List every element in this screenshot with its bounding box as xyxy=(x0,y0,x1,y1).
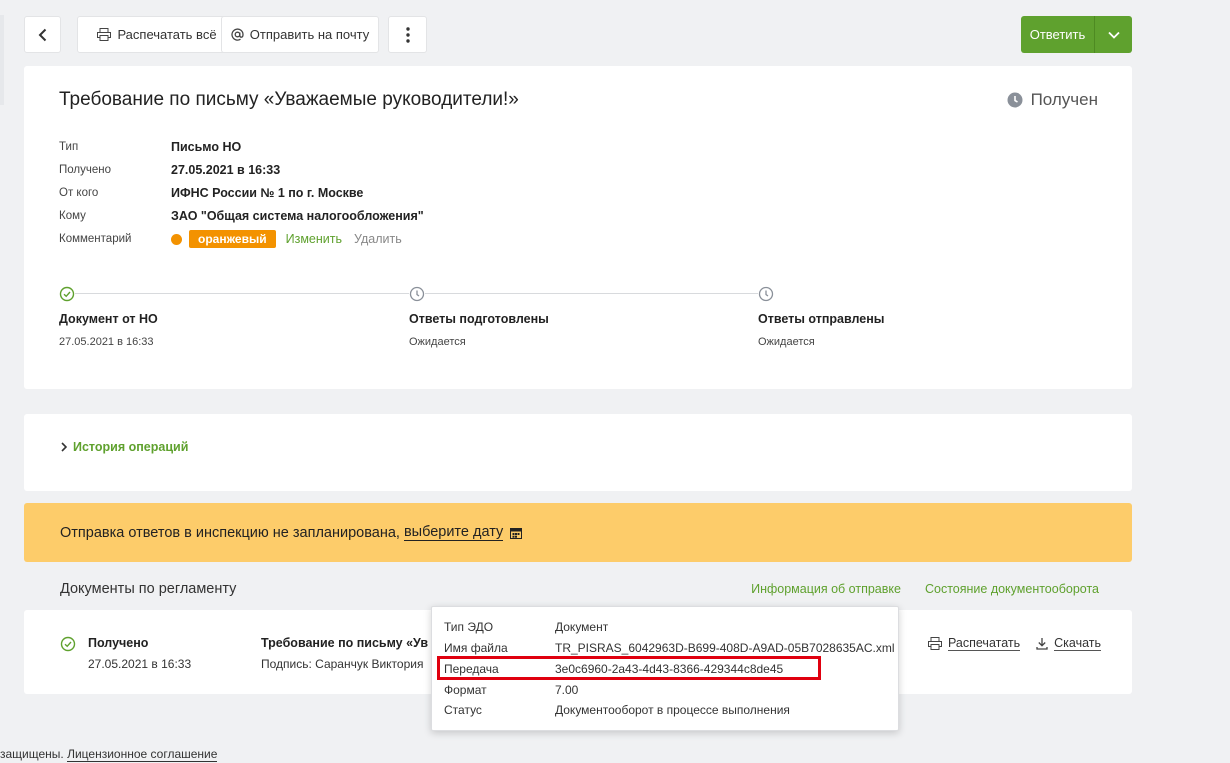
meta-row-received: Получено 27.05.2021 в 16:33 xyxy=(59,158,424,181)
doc-actions: Распечатать Скачать xyxy=(928,636,1101,651)
schedule-banner: Отправка ответов в инспекцию не запланир… xyxy=(24,503,1132,562)
popup-value: Документооборот в процессе выполнения xyxy=(555,703,790,717)
footer-text: защищены. xyxy=(0,747,64,761)
doc-title[interactable]: Требование по письму «Ув xyxy=(261,636,431,650)
print-all-button[interactable]: Распечатать всё xyxy=(77,16,237,53)
meta-label: Кому xyxy=(59,210,86,223)
popup-label: Формат xyxy=(444,683,487,697)
document-card: Требование по письму «Уважаемые руководи… xyxy=(24,66,1132,389)
history-toggle[interactable]: История операций xyxy=(61,440,188,454)
meta-value: Письмо НО xyxy=(171,139,242,154)
meta-row-comment: Комментарий оранжевый Изменить Удалить xyxy=(59,228,424,251)
history-card: История операций xyxy=(24,414,1132,491)
meta-row-to: Кому ЗАО "Общая система налогообложения" xyxy=(59,205,424,228)
at-sign-icon xyxy=(231,28,244,41)
check-circle-icon xyxy=(59,286,75,302)
step-title: Ответы отправлены xyxy=(758,312,885,326)
reply-main[interactable]: Ответить xyxy=(1021,16,1095,53)
page-title: Требование по письму «Уважаемые руководи… xyxy=(59,89,519,110)
edit-comment-link[interactable]: Изменить xyxy=(286,232,342,246)
comment-tag: оранжевый xyxy=(189,230,276,249)
send-info-link[interactable]: Информация об отправке xyxy=(751,582,901,596)
download-icon xyxy=(1036,638,1048,650)
popup-label: Тип ЭДО xyxy=(444,620,494,634)
popup-label: Статус xyxy=(444,703,482,717)
step-title: Документ от НО xyxy=(59,312,158,326)
reply-button[interactable]: Ответить xyxy=(1021,16,1132,53)
doc-status-date: 27.05.2021 в 16:33 xyxy=(88,657,192,671)
meta-label: Получено xyxy=(59,163,112,176)
meta-value: ЗАО "Общая система налогообложения" xyxy=(171,209,424,224)
doc-status: Получено 27.05.2021 в 16:33 xyxy=(60,636,191,671)
more-vertical-icon xyxy=(405,26,410,43)
clock-icon xyxy=(1007,92,1023,108)
docs-heading: Документы по регламенту xyxy=(60,581,237,597)
meta-label: Тип xyxy=(59,140,79,153)
chevron-down-icon xyxy=(1107,31,1120,39)
document-meta: Тип Письмо НО Получено 27.05.2021 в 16:3… xyxy=(59,135,424,251)
status-label: Получен xyxy=(1030,90,1098,109)
license-link[interactable]: Лицензионное соглашение xyxy=(67,747,218,762)
footer: защищены. Лицензионное соглашение xyxy=(0,747,218,762)
step-title: Ответы подготовлены xyxy=(409,312,549,326)
send-mail-button[interactable]: Отправить на почту xyxy=(221,16,379,53)
clock-icon xyxy=(409,286,425,302)
meta-label: Комментарий xyxy=(59,233,132,246)
download-button[interactable]: Скачать xyxy=(1036,636,1101,651)
back-button[interactable] xyxy=(24,16,61,53)
reply-dropdown-button[interactable] xyxy=(1095,16,1132,53)
banner-text: Отправка ответов в инспекцию не запланир… xyxy=(60,524,400,541)
meta-row-from: От кого ИФНС России № 1 по г. Москве xyxy=(59,181,424,204)
step-answers-sent: Ответы отправлены Ожидается xyxy=(758,286,884,348)
popup-row-format: Формат 7.00 xyxy=(444,683,578,697)
meta-row-type: Тип Письмо НО xyxy=(59,135,424,158)
color-dot-icon xyxy=(171,233,182,245)
step-document: Документ от НО 27.05.2021 в 16:33 xyxy=(59,286,158,348)
chevron-right-icon xyxy=(61,442,67,452)
step-date: 27.05.2021 в 16:33 xyxy=(59,336,154,348)
step-status: Ожидается xyxy=(758,336,815,348)
progress-steps: Документ от НО 27.05.2021 в 16:33 Ответы… xyxy=(59,286,1059,366)
highlight-box xyxy=(437,656,821,680)
reply-label: Ответить xyxy=(1029,27,1086,42)
step-answers-prepared: Ответы подготовлены Ожидается xyxy=(409,286,549,348)
calendar-icon[interactable] xyxy=(510,527,523,539)
popup-row-status: Статус Документооборот в процессе выполн… xyxy=(444,703,790,717)
popup-value: TR_PISRAS_6042963D-B699-408D-A9AD-05B702… xyxy=(555,641,895,655)
history-label: История операций xyxy=(73,440,189,454)
delete-comment-link[interactable]: Удалить xyxy=(354,232,402,246)
popup-value: 7.00 xyxy=(555,683,579,697)
meta-value: ИФНС России № 1 по г. Москве xyxy=(171,185,364,200)
meta-label: От кого xyxy=(59,186,99,199)
meta-value: 27.05.2021 в 16:33 xyxy=(171,162,281,177)
flow-state-link[interactable]: Состояние документооборота xyxy=(925,582,1099,596)
doc-status-title: Получено xyxy=(88,636,149,650)
popup-row-edo-type: Тип ЭДО Документ xyxy=(444,620,608,634)
print-label: Распечатать xyxy=(948,636,1021,651)
printer-icon xyxy=(97,28,112,41)
step-status: Ожидается xyxy=(409,336,466,348)
toolbar: Распечатать всё Отправить на почту xyxy=(24,16,1132,53)
doc-signature: Подпись: Саранчук Виктория xyxy=(261,657,424,671)
popup-value: Документ xyxy=(555,620,609,634)
popup-label: Имя файла xyxy=(444,641,508,655)
check-circle-icon xyxy=(60,636,76,652)
doc-name: Требование по письму «Ув Подпись: Саранч… xyxy=(261,636,431,671)
download-label: Скачать xyxy=(1054,636,1101,651)
docs-links: Информация об отправке Состояние докумен… xyxy=(751,582,1099,596)
chevron-left-icon xyxy=(38,28,46,41)
printer-icon xyxy=(928,637,942,650)
print-all-label: Распечатать всё xyxy=(117,27,217,42)
choose-date-link[interactable]: выберите дату xyxy=(403,524,504,541)
clock-icon xyxy=(758,286,774,302)
send-mail-label: Отправить на почту xyxy=(249,27,370,42)
doc-status-text: Получено 27.05.2021 в 16:33 xyxy=(88,636,191,671)
more-button[interactable] xyxy=(388,16,427,53)
left-edge-panel xyxy=(0,15,4,105)
popup-row-filename: Имя файла TR_PISRAS_6042963D-B699-408D-A… xyxy=(444,641,895,655)
status-badge: Получен xyxy=(1007,90,1098,110)
print-button[interactable]: Распечатать xyxy=(928,636,1021,651)
